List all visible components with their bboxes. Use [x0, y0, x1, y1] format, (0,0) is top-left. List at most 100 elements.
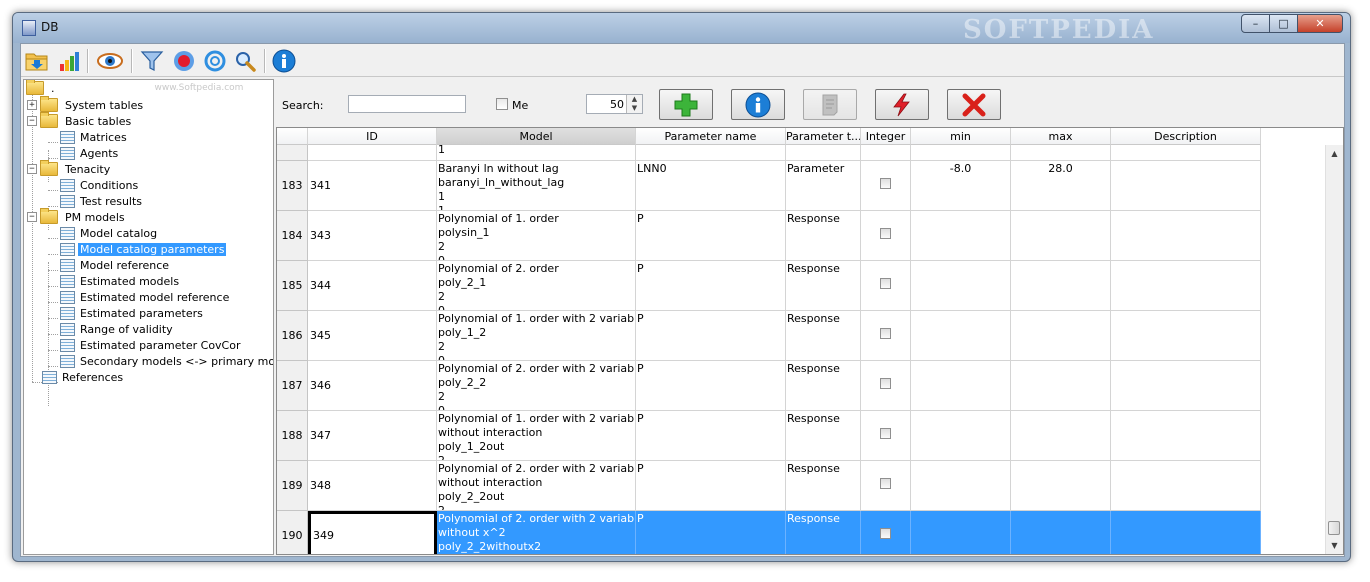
minimize-button[interactable]: –	[1241, 14, 1270, 33]
close-window-button[interactable]: ✕	[1297, 14, 1343, 33]
expand-icon[interactable]: +	[27, 100, 37, 110]
id-cell[interactable]: 349	[308, 511, 437, 554]
min-cell[interactable]	[911, 361, 1011, 411]
min-cell[interactable]	[911, 145, 1011, 161]
row-header[interactable]	[277, 145, 308, 161]
integer-cell[interactable]	[861, 361, 911, 411]
parameter-type-cell[interactable]: Response	[786, 511, 861, 554]
integer-checkbox[interactable]	[880, 428, 891, 439]
row-header[interactable]: 185	[277, 261, 308, 311]
tree-item-tenacity[interactable]: − Tenacity	[27, 160, 112, 177]
scroll-up-icon[interactable]: ▲	[1326, 145, 1343, 162]
integer-checkbox[interactable]	[880, 378, 891, 389]
document-button[interactable]	[803, 89, 857, 120]
id-cell[interactable]: 347	[308, 411, 437, 461]
flash-button[interactable]	[875, 89, 929, 120]
parameter-name-cell[interactable]: P	[636, 261, 786, 311]
description-cell[interactable]	[1111, 361, 1261, 411]
parameter-type-cell[interactable]: Response	[786, 211, 861, 261]
max-cell[interactable]	[1011, 311, 1111, 361]
description-cell[interactable]	[1111, 311, 1261, 361]
max-cell[interactable]	[1011, 211, 1111, 261]
integer-cell[interactable]	[861, 311, 911, 361]
eye-icon[interactable]	[97, 48, 123, 74]
max-cell[interactable]	[1011, 361, 1111, 411]
row-count-spinner[interactable]: 50 ▲ ▼	[586, 94, 643, 114]
row-header[interactable]: 190	[277, 511, 308, 554]
integer-checkbox[interactable]	[880, 528, 891, 539]
parameter-type-cell[interactable]	[786, 145, 861, 161]
description-cell[interactable]	[1111, 261, 1261, 311]
column-header-integer[interactable]: Integer	[861, 128, 911, 145]
row-header[interactable]: 184	[277, 211, 308, 261]
parameter-name-cell[interactable]: P	[636, 211, 786, 261]
id-cell[interactable]: 345	[308, 311, 437, 361]
integer-cell[interactable]	[861, 411, 911, 461]
info-button[interactable]	[731, 89, 785, 120]
bar-chart-icon[interactable]	[57, 48, 83, 74]
id-cell[interactable]: 341	[308, 161, 437, 211]
filter-icon[interactable]	[139, 48, 165, 74]
integer-cell[interactable]	[861, 511, 911, 554]
min-cell[interactable]	[911, 311, 1011, 361]
scroll-down-icon[interactable]: ▼	[1326, 537, 1343, 554]
model-cell[interactable]: Baranyi ln without lag baranyi_ln_without…	[437, 161, 636, 211]
record-icon[interactable]	[171, 48, 197, 74]
open-folder-icon[interactable]	[24, 48, 50, 74]
column-header-min[interactable]: min	[911, 128, 1011, 145]
delete-button[interactable]	[947, 89, 1001, 120]
collapse-icon[interactable]: −	[27, 116, 37, 126]
model-cell[interactable]: 1	[437, 145, 636, 161]
add-button[interactable]	[659, 89, 713, 120]
info-icon[interactable]	[271, 48, 297, 74]
id-cell[interactable]: 346	[308, 361, 437, 411]
scrollbar-thumb[interactable]	[1328, 521, 1340, 535]
column-header-max[interactable]: max	[1011, 128, 1111, 145]
tree-item-matrices[interactable]: Matrices	[60, 129, 129, 145]
integer-checkbox[interactable]	[880, 178, 891, 189]
tree-item-test-results[interactable]: Test results	[60, 193, 144, 209]
id-cell[interactable]: 348	[308, 461, 437, 511]
row-header[interactable]: 186	[277, 311, 308, 361]
parameter-name-cell[interactable]: P	[636, 511, 786, 554]
parameter-name-cell[interactable]: P	[636, 311, 786, 361]
search-input[interactable]	[348, 95, 466, 113]
tree-item-agents[interactable]: Agents	[60, 145, 120, 161]
tree-item-model-catalog-parameters[interactable]: Model catalog parameters	[60, 241, 227, 257]
integer-cell[interactable]	[861, 261, 911, 311]
tree-item-model-reference[interactable]: Model reference	[60, 257, 171, 273]
min-cell[interactable]	[911, 411, 1011, 461]
integer-checkbox[interactable]	[880, 328, 891, 339]
description-cell[interactable]	[1111, 161, 1261, 211]
collapse-icon[interactable]: −	[27, 164, 37, 174]
max-cell[interactable]	[1011, 461, 1111, 511]
description-cell[interactable]	[1111, 511, 1261, 554]
model-cell[interactable]: Polynomial of 1. order polysin_1 2 0	[437, 211, 636, 261]
tree-item-pm-models[interactable]: − PM models	[27, 208, 127, 225]
magnifier-icon[interactable]	[233, 48, 259, 74]
tree-item-secondary-models[interactable]: Secondary models <-> primary models	[60, 353, 273, 369]
parameter-type-cell[interactable]: Response	[786, 411, 861, 461]
tree-item-model-catalog[interactable]: Model catalog	[60, 225, 159, 241]
parameter-name-cell[interactable]	[636, 145, 786, 161]
parameter-name-cell[interactable]: P	[636, 361, 786, 411]
max-cell[interactable]	[1011, 261, 1111, 311]
tree-root[interactable]: . www.Softpedia.com	[26, 80, 243, 96]
model-cell[interactable]: Polynomial of 2. order with 2 variable, w…	[437, 461, 636, 511]
row-header[interactable]: 189	[277, 461, 308, 511]
me-checkbox[interactable]	[496, 98, 508, 110]
model-cell[interactable]: Polynomial of 2. order with 2 variable po…	[437, 361, 636, 411]
description-cell[interactable]	[1111, 211, 1261, 261]
parameter-type-cell[interactable]: Parameter	[786, 161, 861, 211]
collapse-icon[interactable]: −	[27, 212, 37, 222]
tree-item-basic-tables[interactable]: − Basic tables	[27, 112, 133, 129]
tree-item-conditions[interactable]: Conditions	[60, 177, 140, 193]
min-cell[interactable]: -8.0	[911, 161, 1011, 211]
id-cell[interactable]: 343	[308, 211, 437, 261]
min-cell[interactable]	[911, 211, 1011, 261]
id-cell[interactable]: 344	[308, 261, 437, 311]
vertical-scrollbar[interactable]: ▲ ▼	[1325, 145, 1343, 554]
row-header[interactable]: 183	[277, 161, 308, 211]
integer-cell[interactable]	[861, 461, 911, 511]
navigation-tree[interactable]: . www.Softpedia.com + System tables − Basi…	[23, 79, 274, 555]
